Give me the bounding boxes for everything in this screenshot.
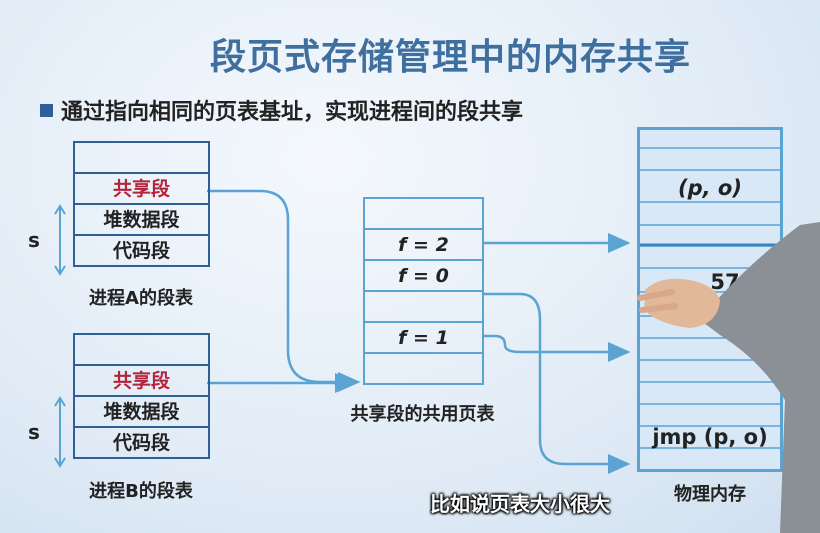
presenter-arm <box>700 222 820 533</box>
video-subtitle: 比如说页表大小很大 <box>430 492 610 516</box>
presenter-overlay <box>637 222 820 533</box>
presenter-hand <box>644 278 720 328</box>
